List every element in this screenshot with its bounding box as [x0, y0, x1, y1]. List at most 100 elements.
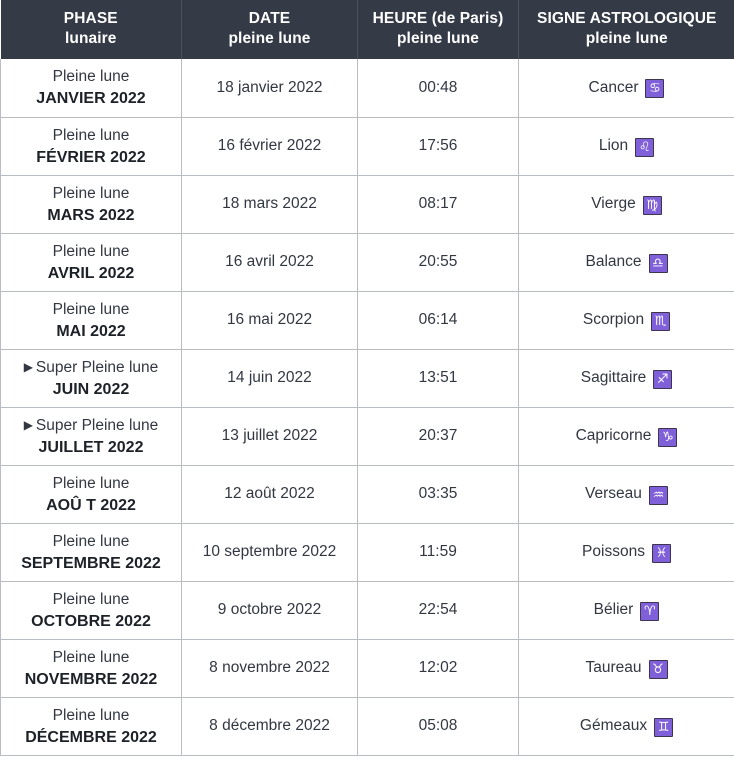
- super-moon-triangle-icon: ▶: [23, 359, 33, 374]
- sign-name: Bélier: [593, 601, 634, 618]
- cell-hour: 11:59: [357, 523, 519, 582]
- phase-month: JANVIER 2022: [36, 90, 146, 108]
- taurus-icon: ♉: [648, 659, 668, 679]
- virgo-icon: ♍: [642, 195, 662, 215]
- aries-icon: ♈: [640, 601, 660, 621]
- cell-phase: Pleine lune DÉCEMBRE 2022: [0, 697, 182, 756]
- phase-label: Pleine lune: [6, 241, 176, 262]
- table-header-row: PHASE lunaire DATE pleine lune HEURE (de…: [0, 0, 734, 59]
- cell-date: 16 mai 2022: [181, 291, 358, 350]
- column-header-date: DATE pleine lune: [181, 0, 358, 59]
- column-header-hour: HEURE (de Paris) pleine lune: [357, 0, 519, 59]
- phase-label: Pleine lune: [6, 66, 176, 87]
- phase-label-text: Super Pleine lune: [35, 358, 159, 376]
- cell-phase: Pleine lune SEPTEMBRE 2022: [0, 523, 182, 582]
- cell-phase: Pleine lune MARS 2022: [0, 175, 182, 234]
- table-row: Pleine lune MARS 2022 18 mars 2022 08:17 Vie…: [0, 175, 734, 234]
- table-row: Pleine lune SEPTEMBRE 2022 10 septembre 20…: [0, 523, 734, 582]
- cell-sign: Lion ♌: [518, 117, 734, 176]
- pisces-icon: ♓: [651, 543, 671, 563]
- sign-inner: Scorpion ♏: [582, 311, 671, 331]
- phase-month: SEPTEMBRE 2022: [21, 554, 161, 572]
- column-header-date-line1: DATE: [248, 10, 291, 27]
- phase-label: ▶ Super Pleine lune: [6, 357, 176, 378]
- leo-icon: ♌: [635, 137, 655, 157]
- column-header-sign-line2: pleine lune: [585, 30, 668, 47]
- table-row: Pleine lune MAI 2022 16 mai 2022 06:14 Scorp…: [0, 291, 734, 350]
- cell-sign: Bélier ♈: [518, 581, 734, 640]
- cell-sign: Sagittaire ♐: [518, 349, 734, 408]
- cell-sign: Verseau ♒: [518, 465, 734, 524]
- cell-phase: Pleine lune AOÛ T 2022: [0, 465, 182, 524]
- full-moon-table: PHASE lunaire DATE pleine lune HEURE (de…: [0, 0, 734, 756]
- phase-label-text: Super Pleine lune: [35, 416, 159, 434]
- cell-hour: 08:17: [357, 175, 519, 234]
- phase-label-text: Pleine lune: [52, 532, 130, 550]
- cell-phase: Pleine lune JANVIER 2022: [0, 59, 182, 118]
- cell-sign: Capricorne ♑: [518, 407, 734, 466]
- phase-label: Pleine lune: [6, 299, 176, 320]
- super-moon-triangle-icon: ▶: [23, 417, 33, 432]
- cell-phase: Pleine lune OCTOBRE 2022: [0, 581, 182, 640]
- phase-label-text: Pleine lune: [52, 706, 130, 724]
- cell-hour: 12:02: [357, 639, 519, 698]
- cell-date: 18 janvier 2022: [181, 59, 358, 118]
- sign-name: Scorpion: [582, 311, 645, 328]
- phase-label: Pleine lune: [6, 647, 176, 668]
- phase-month: MAI 2022: [56, 322, 126, 340]
- phase-month: OCTOBRE 2022: [31, 612, 151, 630]
- phase-label: ▶ Super Pleine lune: [6, 415, 176, 436]
- cell-sign: Poissons ♓: [518, 523, 734, 582]
- column-header-phase: PHASE lunaire: [0, 0, 182, 59]
- cell-hour: 13:51: [357, 349, 519, 408]
- scorpio-icon: ♏: [651, 311, 671, 331]
- table-row: ▶ Super Pleine lune JUILLET 2022 13 juillet…: [0, 407, 734, 466]
- table-row: Pleine lune AVRIL 2022 16 avril 2022 20:55 B…: [0, 233, 734, 292]
- column-header-sign: SIGNE ASTROLOGIQUE pleine lune: [518, 0, 734, 59]
- table-row: Pleine lune NOVEMBRE 2022 8 novembre 2022 1…: [0, 639, 734, 698]
- phase-label-text: Pleine lune: [52, 648, 130, 666]
- cell-date: 9 octobre 2022: [181, 581, 358, 640]
- cell-phase: Pleine lune AVRIL 2022: [0, 233, 182, 292]
- column-header-phase-line1: PHASE: [63, 10, 118, 27]
- phase-month: JUIN 2022: [52, 380, 130, 398]
- phase-label-text: Pleine lune: [52, 184, 130, 202]
- sign-inner: Lion ♌: [599, 137, 655, 157]
- phase-month: FÉVRIER 2022: [36, 148, 146, 166]
- sign-name: Verseau: [585, 485, 642, 502]
- cell-hour: 20:37: [357, 407, 519, 466]
- sign-name: Capricorne: [575, 427, 652, 444]
- phase-label: Pleine lune: [6, 531, 176, 552]
- sign-inner: Verseau ♒: [585, 485, 668, 505]
- cell-hour: 06:14: [357, 291, 519, 350]
- sign-inner: Taureau ♉: [585, 659, 668, 679]
- phase-month: MARS 2022: [47, 206, 135, 224]
- sign-inner: Bélier ♈: [593, 601, 660, 621]
- cell-date: 12 août 2022: [181, 465, 358, 524]
- cell-date: 8 décembre 2022: [181, 697, 358, 756]
- sign-inner: Sagittaire ♐: [581, 369, 673, 389]
- cell-sign: Cancer ♋: [518, 59, 734, 118]
- full-moon-calendar: PHASE lunaire DATE pleine lune HEURE (de…: [0, 0, 734, 761]
- libra-icon: ♎: [648, 253, 668, 273]
- phase-label: Pleine lune: [6, 183, 176, 204]
- cell-sign: Scorpion ♏: [518, 291, 734, 350]
- phase-label-text: Pleine lune: [52, 126, 130, 144]
- cell-sign: Gémeaux ♊: [518, 697, 734, 756]
- sign-inner: Cancer ♋: [589, 78, 665, 99]
- cell-hour: 20:55: [357, 233, 519, 292]
- cell-date: 10 septembre 2022: [181, 523, 358, 582]
- cell-date: 14 juin 2022: [181, 349, 358, 408]
- cell-date: 13 juillet 2022: [181, 407, 358, 466]
- cell-date: 16 avril 2022: [181, 233, 358, 292]
- sign-name: Vierge: [591, 195, 636, 212]
- cell-date: 16 février 2022: [181, 117, 358, 176]
- sagittarius-icon: ♐: [653, 369, 673, 389]
- phase-label-text: Pleine lune: [52, 300, 130, 318]
- cell-date: 18 mars 2022: [181, 175, 358, 234]
- cell-sign: Vierge ♍: [518, 175, 734, 234]
- sign-inner: Balance ♎: [585, 253, 668, 273]
- cell-hour: 00:48: [357, 59, 519, 118]
- cell-sign: Taureau ♉: [518, 639, 734, 698]
- table-header: PHASE lunaire DATE pleine lune HEURE (de…: [0, 0, 734, 59]
